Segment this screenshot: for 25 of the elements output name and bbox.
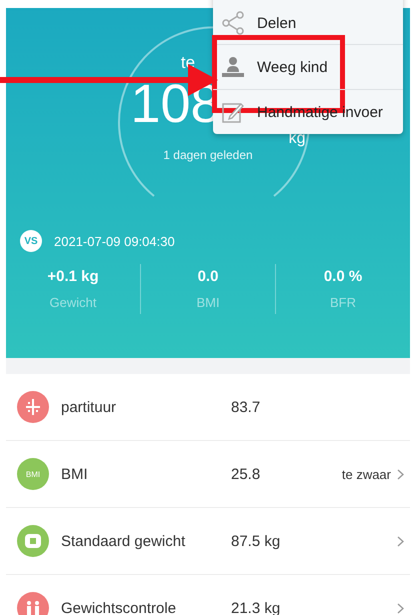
metric-icon: BMI: [17, 458, 49, 490]
metric-row[interactable]: partituur 83.7: [6, 374, 410, 441]
metric-value: 25.8: [231, 466, 262, 482]
metric-value: 87.5 kg: [231, 532, 282, 550]
metric-name: Gewichtscontrole: [61, 600, 178, 615]
stat-value: 0.0 %: [324, 268, 362, 285]
stat-label: Gewicht: [50, 295, 96, 310]
stat-value: +0.1 kg: [47, 268, 99, 285]
compare-datetime: 2021-07-09 09:04:30: [54, 234, 175, 248]
metric-name: partituur: [61, 398, 118, 416]
metric-name: Standaard gewicht: [61, 532, 186, 550]
stat-value: 0.0: [198, 268, 218, 285]
metric-status: te zwaar: [342, 466, 391, 482]
last-measured-text: 1 dagen geleden: [163, 148, 253, 162]
metric-row[interactable]: BMI BMI 25.8 te zwaar: [6, 441, 410, 508]
scale-icon: [221, 56, 245, 78]
metric-row[interactable]: Standaard gewicht 87.5 kg: [6, 508, 410, 575]
metric-name: BMI: [61, 466, 89, 482]
metric-icon: [17, 525, 49, 557]
stat-label: BMI: [196, 295, 220, 310]
stat-label: BFR: [330, 295, 356, 310]
metric-icon: [17, 391, 49, 423]
metric-value: 83.7: [231, 398, 262, 416]
vs-badge: VS: [20, 230, 42, 252]
share-icon: [221, 11, 245, 35]
